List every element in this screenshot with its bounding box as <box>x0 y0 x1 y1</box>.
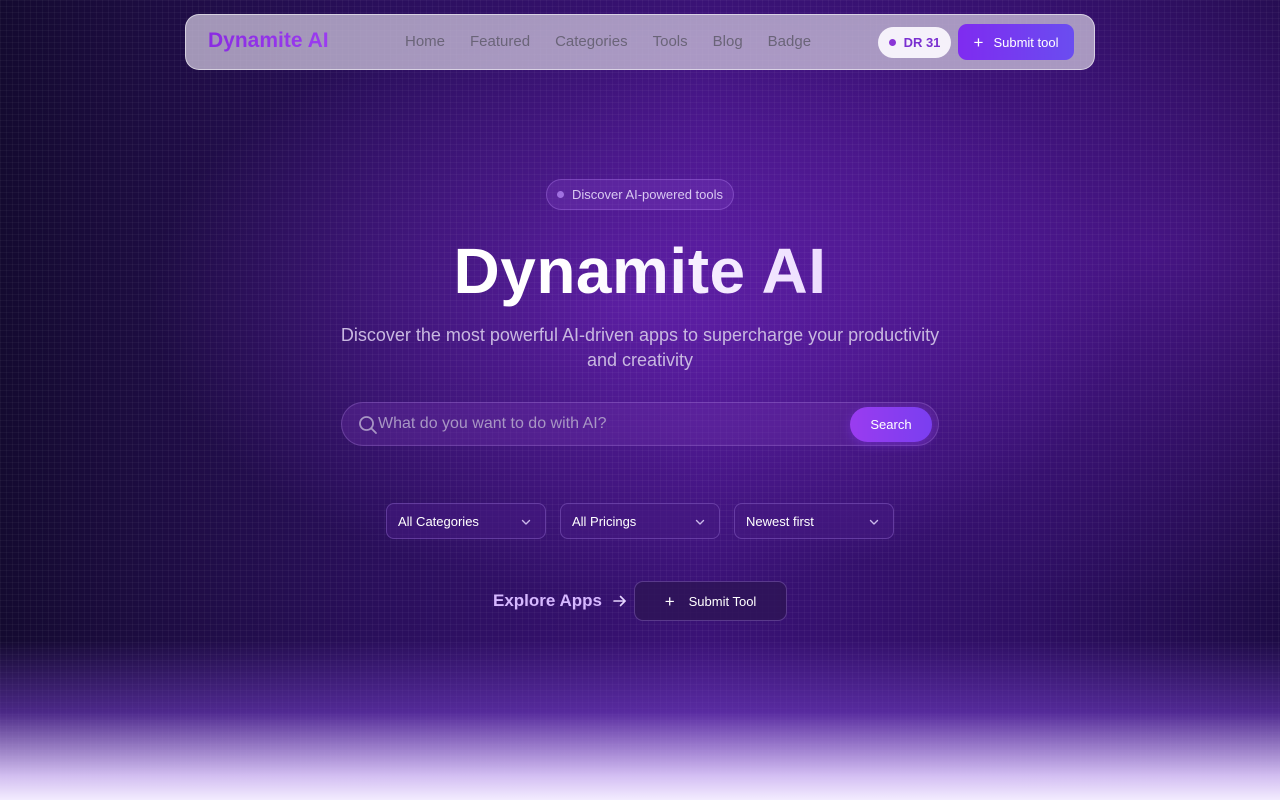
nav-link-home[interactable]: Home <box>405 33 445 50</box>
nav-link-badge[interactable]: Badge <box>768 33 811 50</box>
submit-tool-cta-label: Submit Tool <box>688 593 757 609</box>
search-input[interactable] <box>378 403 848 445</box>
pricing-select[interactable]: All Pricings <box>560 503 720 539</box>
plus-icon: + <box>664 591 675 611</box>
hero-pill-label: Discover AI-powered tools <box>571 187 723 202</box>
hero-pill: Discover AI-powered tools <box>546 179 734 210</box>
nav-link-tools[interactable]: Tools <box>653 33 688 50</box>
submit-tool-cta-button[interactable]: + Submit Tool <box>634 581 787 621</box>
dr-badge[interactable]: DR 31 <box>878 27 951 58</box>
site-logo[interactable]: Dynamite AI <box>208 29 329 53</box>
sort-select[interactable]: Newest first <box>734 503 894 539</box>
explore-apps-link[interactable]: Explore Apps <box>493 591 628 611</box>
dr-badge-label: DR 31 <box>903 35 941 50</box>
bottom-glow <box>0 640 1280 800</box>
search-bar: Search <box>341 402 939 446</box>
submit-tool-button[interactable]: + Submit tool <box>958 24 1074 60</box>
chevron-down-icon <box>869 519 879 525</box>
category-select[interactable]: All Categories <box>386 503 546 539</box>
arrow-right-icon <box>613 595 626 607</box>
dot-icon <box>556 191 564 198</box>
sort-select-value: Newest first <box>746 513 814 529</box>
hero-title: Dynamite AI <box>0 234 1280 308</box>
dot-icon <box>888 39 896 46</box>
nav-link-blog[interactable]: Blog <box>713 33 743 50</box>
hero-subtitle: Discover the most powerful AI-driven app… <box>340 325 940 370</box>
explore-apps-label: Explore Apps <box>493 591 602 610</box>
submit-tool-label: Submit tool <box>993 34 1059 50</box>
chevron-down-icon <box>695 519 705 525</box>
nav-link-categories[interactable]: Categories <box>555 33 628 50</box>
nav-links: Home Featured Categories Tools Blog Badg… <box>405 33 836 50</box>
nav-link-featured[interactable]: Featured <box>470 33 530 50</box>
pricing-select-value: All Pricings <box>572 513 637 529</box>
search-icon <box>359 416 377 434</box>
chevron-down-icon <box>521 519 531 525</box>
plus-icon: + <box>973 32 984 52</box>
top-navbar: Dynamite AI Home Featured Categories Too… <box>185 14 1095 70</box>
search-button[interactable]: Search <box>850 407 932 442</box>
category-select-value: All Categories <box>398 513 479 529</box>
